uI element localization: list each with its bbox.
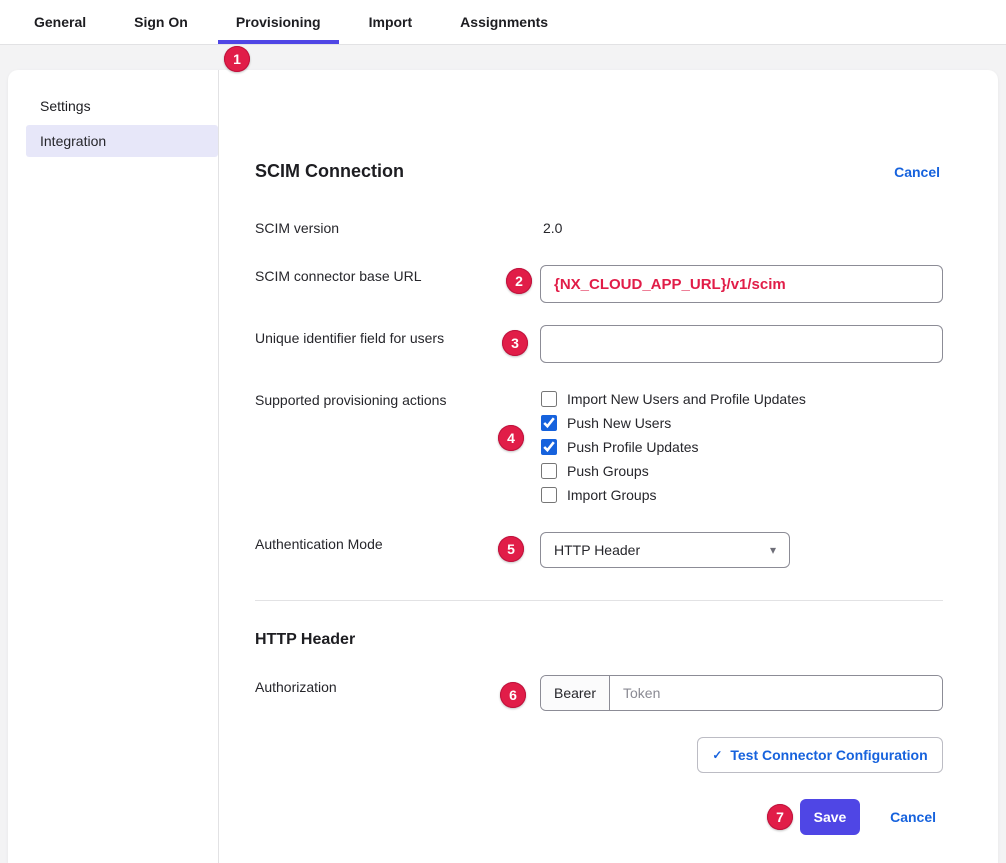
action-row-push-profile-updates: Push Profile Updates <box>541 437 699 457</box>
app-tab-bar: General Sign On Provisioning Import Assi… <box>0 0 1006 45</box>
tab-general[interactable]: General <box>16 0 104 44</box>
import-groups-checkbox[interactable] <box>541 487 557 503</box>
push-groups-label[interactable]: Push Groups <box>567 463 649 479</box>
step-badge-3: 3 <box>502 330 528 356</box>
step-badge-7: 7 <box>767 804 793 830</box>
chevron-down-icon: ▾ <box>770 543 776 557</box>
cancel-link-top[interactable]: Cancel <box>894 164 940 180</box>
action-row-push-groups: Push Groups <box>541 461 649 481</box>
token-input[interactable] <box>610 676 942 710</box>
action-row-push-new-users: Push New Users <box>541 413 671 433</box>
bearer-prefix: Bearer <box>541 676 610 710</box>
cancel-link-bottom[interactable]: Cancel <box>890 809 936 825</box>
base-url-input[interactable] <box>540 265 943 303</box>
provisioning-card: Settings Integration SCIM Connection Can… <box>8 70 998 863</box>
tab-provisioning[interactable]: Provisioning <box>218 0 339 44</box>
section-divider <box>255 600 943 601</box>
save-button[interactable]: Save <box>800 799 860 835</box>
push-profile-updates-checkbox[interactable] <box>541 439 557 455</box>
action-row-import-new-users: Import New Users and Profile Updates <box>541 389 806 409</box>
import-groups-label[interactable]: Import Groups <box>567 487 656 503</box>
sidebar-heading: Settings <box>40 98 91 114</box>
scim-version-value: 2.0 <box>543 220 562 236</box>
push-new-users-checkbox[interactable] <box>541 415 557 431</box>
step-badge-2: 2 <box>506 268 532 294</box>
auth-mode-selected-value: HTTP Header <box>554 542 640 558</box>
scim-version-label: SCIM version <box>255 220 339 236</box>
unique-identifier-input[interactable] <box>540 325 943 363</box>
push-groups-checkbox[interactable] <box>541 463 557 479</box>
tab-assignments[interactable]: Assignments <box>442 0 566 44</box>
unique-identifier-label: Unique identifier field for users <box>255 330 444 346</box>
authorization-field-group: Bearer <box>540 675 943 711</box>
step-badge-6: 6 <box>500 682 526 708</box>
authorization-label: Authorization <box>255 679 337 695</box>
test-connector-label: Test Connector Configuration <box>730 747 927 763</box>
test-connector-configuration-button[interactable]: ✓ Test Connector Configuration <box>697 737 943 773</box>
action-row-import-groups: Import Groups <box>541 485 656 505</box>
push-profile-updates-label[interactable]: Push Profile Updates <box>567 439 699 455</box>
provisioning-actions-label: Supported provisioning actions <box>255 392 446 408</box>
sidebar-item-integration[interactable]: Integration <box>26 125 218 157</box>
import-new-users-checkbox[interactable] <box>541 391 557 407</box>
sidebar-item-label: Integration <box>40 133 106 149</box>
http-header-section-title: HTTP Header <box>255 631 355 649</box>
auth-mode-label: Authentication Mode <box>255 536 383 552</box>
step-badge-1: 1 <box>224 46 250 72</box>
base-url-label: SCIM connector base URL <box>255 268 422 284</box>
import-new-users-label[interactable]: Import New Users and Profile Updates <box>567 391 806 407</box>
sidebar-divider <box>218 70 219 863</box>
screen: General Sign On Provisioning Import Assi… <box>0 0 1006 863</box>
page-title: SCIM Connection <box>255 161 404 182</box>
tab-import[interactable]: Import <box>351 0 431 44</box>
auth-mode-select[interactable]: HTTP Header ▾ <box>540 532 790 568</box>
push-new-users-label[interactable]: Push New Users <box>567 415 671 431</box>
check-icon: ✓ <box>712 748 722 762</box>
step-badge-5: 5 <box>498 536 524 562</box>
step-badge-4: 4 <box>498 425 524 451</box>
tab-sign-on[interactable]: Sign On <box>116 0 206 44</box>
